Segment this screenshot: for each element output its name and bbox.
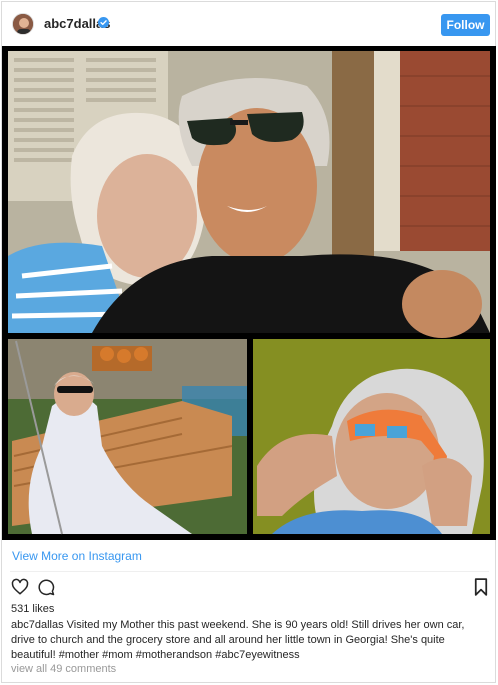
verified-badge-icon: [98, 17, 109, 28]
bookmark-icon[interactable]: [474, 578, 488, 596]
comment-icon[interactable]: [37, 578, 55, 596]
caption-username[interactable]: abc7dallas: [11, 619, 64, 631]
heart-icon[interactable]: [11, 578, 29, 596]
action-bar: [2, 576, 496, 600]
post-image-collage[interactable]: [2, 46, 496, 540]
caption-text: Visited my Mother this past weekend. She…: [11, 619, 465, 661]
post-caption: abc7dallas Visited my Mother this past w…: [11, 618, 491, 663]
instagram-embed-card: abc7dallas Follow View More on Instagram…: [1, 1, 496, 683]
divider: [10, 571, 489, 572]
bottom-right-eclipse-photo: [253, 339, 490, 534]
follow-button[interactable]: Follow: [441, 14, 490, 36]
view-more-link[interactable]: View More on Instagram: [12, 549, 142, 563]
profile-avatar[interactable]: [12, 13, 34, 35]
bottom-left-swing-photo: [8, 339, 247, 535]
top-selfie-photo: [8, 51, 490, 338]
view-all-comments-link[interactable]: view all 49 comments: [11, 663, 116, 675]
post-header: abc7dallas Follow: [2, 2, 495, 46]
likes-count[interactable]: 531 likes: [11, 603, 54, 615]
